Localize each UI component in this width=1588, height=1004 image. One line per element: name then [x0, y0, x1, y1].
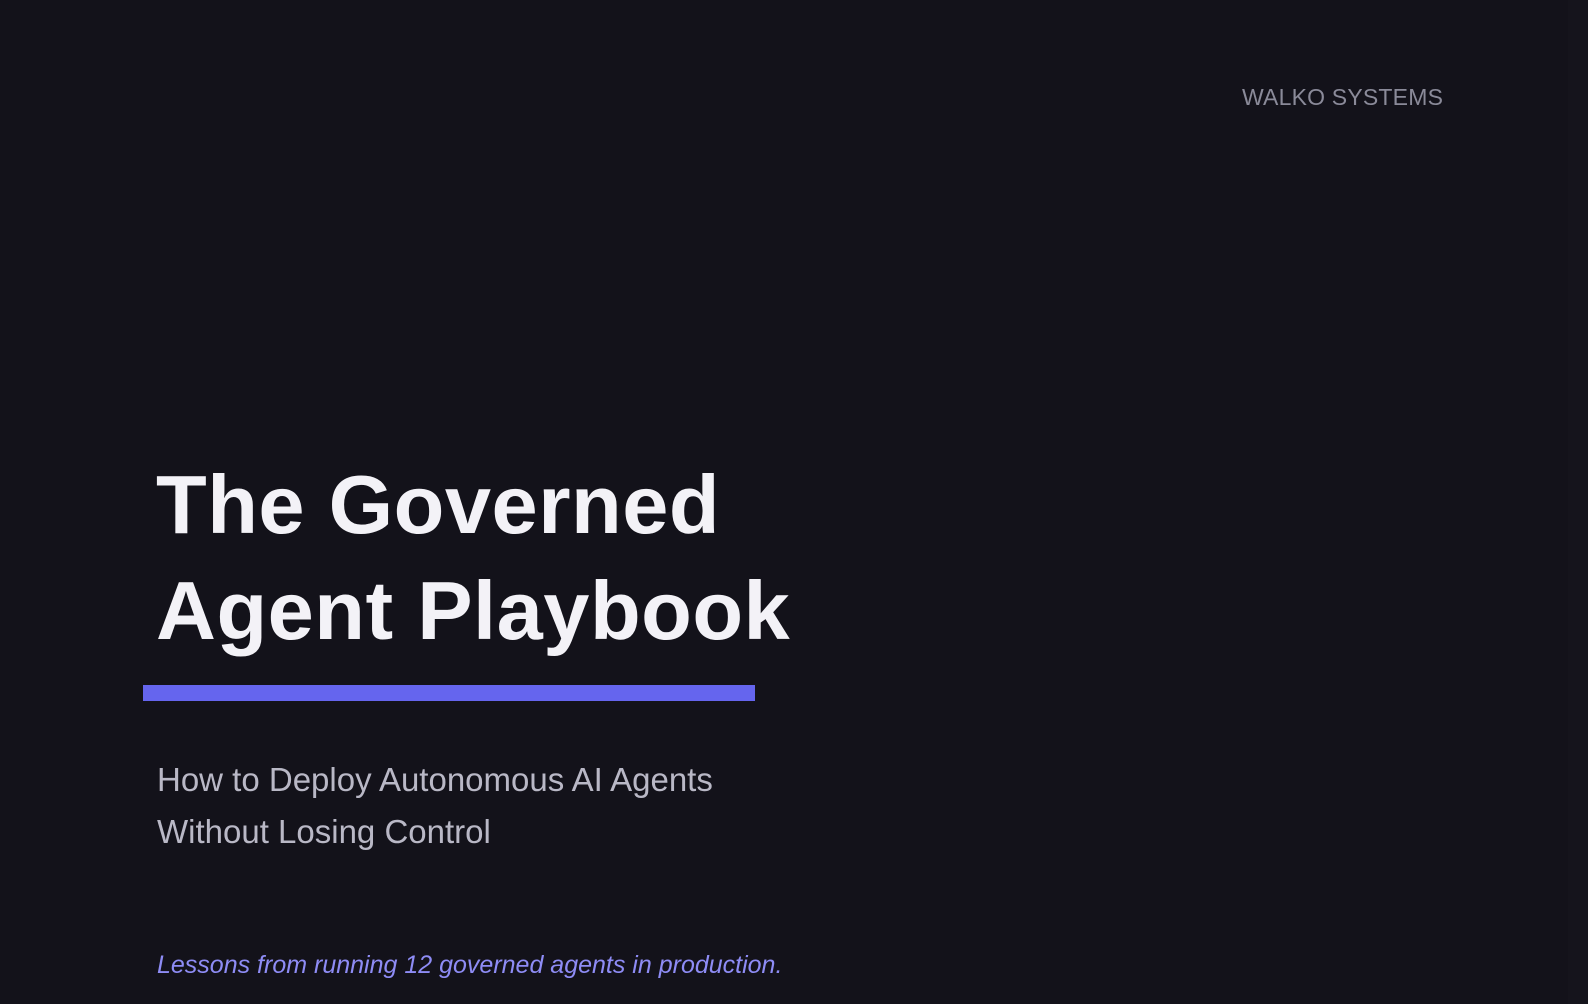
subtitle-line-1: How to Deploy Autonomous AI Agents — [157, 761, 713, 798]
cover-page: WALKO SYSTEMS The Governed Agent Playboo… — [0, 0, 1588, 1004]
title-accent-bar — [143, 685, 755, 701]
tagline: Lessons from running 12 governed agents … — [157, 951, 783, 979]
page-title: The Governed Agent Playbook — [156, 452, 790, 664]
title-line-1: The Governed — [156, 458, 721, 551]
subtitle-line-2: Without Losing Control — [157, 813, 491, 850]
page-edge — [1568, 0, 1588, 1004]
subtitle: How to Deploy Autonomous AI Agents Witho… — [157, 754, 713, 858]
brand-name: WALKO SYSTEMS — [1242, 84, 1444, 110]
title-line-2: Agent Playbook — [156, 564, 791, 657]
